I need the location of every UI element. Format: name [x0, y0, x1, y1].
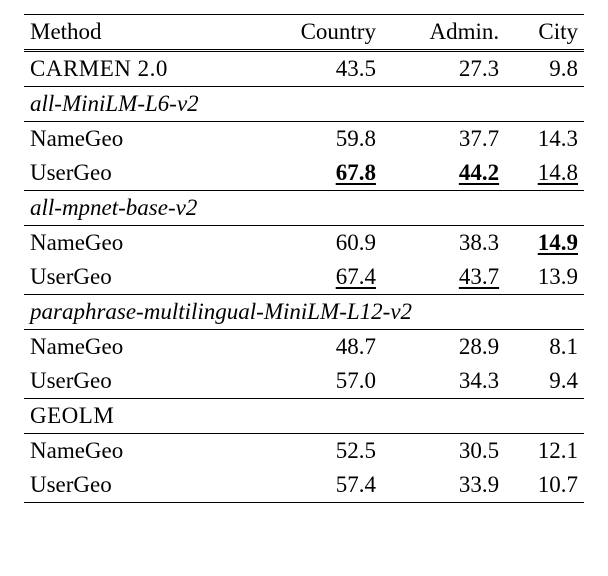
group-header: all-mpnet-base-v2 — [24, 191, 584, 226]
group-header-row: all-mpnet-base-v2 — [24, 191, 584, 226]
city-cell: 9.4 — [505, 364, 584, 399]
country-cell: 57.4 — [250, 468, 382, 503]
table-row: UserGeo 67.8 44.2 14.8 — [24, 156, 584, 191]
table-row: CARMEN 2.0 43.5 27.3 9.8 — [24, 51, 584, 87]
admin-cell: 43.7 — [382, 260, 505, 295]
table-row: UserGeo 67.4 43.7 13.9 — [24, 260, 584, 295]
method-cell: NameGeo — [24, 122, 250, 157]
city-cell: 12.1 — [505, 434, 584, 469]
table-body: CARMEN 2.0 43.5 27.3 9.8 all-MiniLM-L6-v… — [24, 51, 584, 503]
table-row: NameGeo 60.9 38.3 14.9 — [24, 226, 584, 261]
col-city: City — [505, 15, 584, 51]
admin-cell: 33.9 — [382, 468, 505, 503]
table-row: UserGeo 57.0 34.3 9.4 — [24, 364, 584, 399]
admin-cell: 27.3 — [382, 51, 505, 87]
table-wrapper: Method Country Admin. City CARMEN 2.0 43… — [0, 0, 608, 503]
country-cell: 43.5 — [250, 51, 382, 87]
method-label: CARMEN 2.0 — [30, 56, 168, 81]
country-cell: 52.5 — [250, 434, 382, 469]
table-row: NameGeo 48.7 28.9 8.1 — [24, 330, 584, 365]
header-row: Method Country Admin. City — [24, 15, 584, 51]
city-cell: 9.8 — [505, 51, 584, 87]
country-cell: 59.8 — [250, 122, 382, 157]
col-country: Country — [250, 15, 382, 51]
country-cell: 60.9 — [250, 226, 382, 261]
city-cell: 10.7 — [505, 468, 584, 503]
country-cell: 67.8 — [250, 156, 382, 191]
city-cell: 14.9 — [505, 226, 584, 261]
method-cell: UserGeo — [24, 260, 250, 295]
admin-cell: 28.9 — [382, 330, 505, 365]
admin-cell: 30.5 — [382, 434, 505, 469]
country-cell: 67.4 — [250, 260, 382, 295]
method-cell: CARMEN 2.0 — [24, 51, 250, 87]
group-header-row: GEOLM — [24, 399, 584, 434]
city-cell: 8.1 — [505, 330, 584, 365]
admin-cell: 38.3 — [382, 226, 505, 261]
method-cell: NameGeo — [24, 330, 250, 365]
group-header-row: all-MiniLM-L6-v2 — [24, 87, 584, 122]
admin-cell: 37.7 — [382, 122, 505, 157]
method-cell: UserGeo — [24, 364, 250, 399]
col-admin: Admin. — [382, 15, 505, 51]
table-row: NameGeo 52.5 30.5 12.1 — [24, 434, 584, 469]
results-table: Method Country Admin. City CARMEN 2.0 43… — [24, 14, 584, 503]
country-cell: 48.7 — [250, 330, 382, 365]
table-head: Method Country Admin. City — [24, 15, 584, 51]
country-cell: 57.0 — [250, 364, 382, 399]
method-cell: NameGeo — [24, 226, 250, 261]
city-cell: 14.8 — [505, 156, 584, 191]
city-cell: 13.9 — [505, 260, 584, 295]
group-header: paraphrase-multilingual-MiniLM-L12-v2 — [24, 295, 584, 330]
table-row: NameGeo 59.8 37.7 14.3 — [24, 122, 584, 157]
group-header-row: paraphrase-multilingual-MiniLM-L12-v2 — [24, 295, 584, 330]
city-cell: 14.3 — [505, 122, 584, 157]
method-cell: NameGeo — [24, 434, 250, 469]
method-cell: UserGeo — [24, 156, 250, 191]
group-header: all-MiniLM-L6-v2 — [24, 87, 584, 122]
admin-cell: 44.2 — [382, 156, 505, 191]
admin-cell: 34.3 — [382, 364, 505, 399]
method-cell: UserGeo — [24, 468, 250, 503]
table-row: UserGeo 57.4 33.9 10.7 — [24, 468, 584, 503]
group-header: GEOLM — [24, 399, 584, 434]
col-method: Method — [24, 15, 250, 51]
